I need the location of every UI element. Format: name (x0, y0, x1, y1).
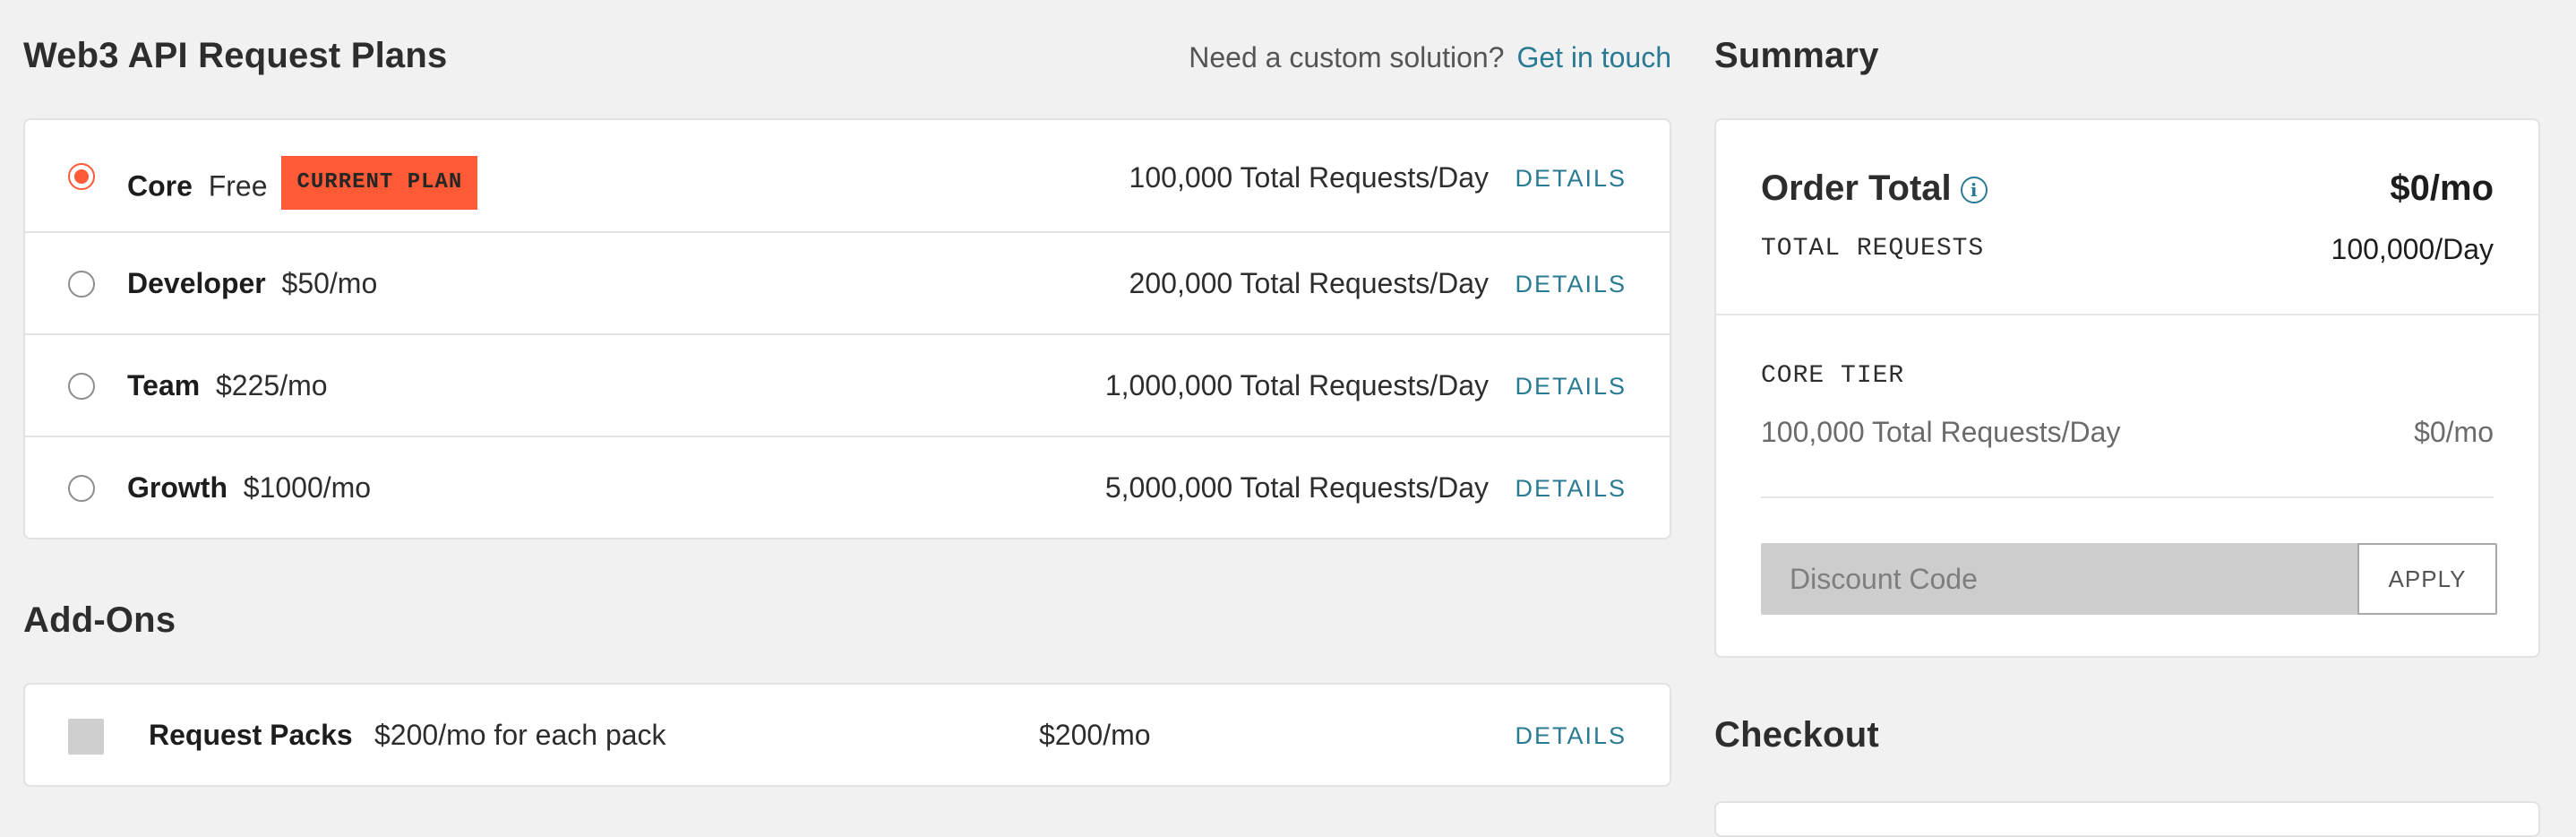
plans-header: Web3 API Request Plans Need a custom sol… (23, 36, 1671, 81)
plan-name-core: Core Free CURRENT PLAN (127, 156, 478, 215)
plan-price-team: $225/mo (216, 369, 328, 401)
total-requests-value: 100,000/Day (2331, 233, 2494, 265)
plan-requests-core: 100,000 Total Requests/Day (1129, 161, 1489, 194)
plan-row-core[interactable]: Core Free CURRENT PLAN 100,000 Total Requ… (25, 120, 1670, 233)
plan-details-core[interactable]: DETAILS (1515, 165, 1627, 193)
addons-title: Add-Ons (23, 600, 176, 640)
info-icon[interactable]: i (1960, 177, 1988, 204)
divider (1761, 496, 2494, 498)
plan-requests-team: 1,000,000 Total Requests/Day (1104, 369, 1489, 401)
plan-requests-developer: 200,000 Total Requests/Day (1129, 267, 1489, 299)
plan-price-core: Free (208, 169, 268, 203)
tier-requests: 100,000 Total Requests/Day (1761, 416, 2121, 448)
plan-price-developer: $50/mo (281, 267, 378, 299)
plan-details-growth[interactable]: DETAILS (1515, 475, 1627, 503)
plan-name-team: Team $225/mo (127, 369, 328, 401)
tier-price: $0/mo (2414, 416, 2494, 448)
plan-radio-developer[interactable] (68, 271, 95, 298)
plan-details-developer[interactable]: DETAILS (1515, 271, 1627, 298)
order-total-value: $0/mo (2390, 168, 2494, 208)
plan-row-growth[interactable]: Growth $1000/mo 5,000,000 Total Requests… (25, 437, 1670, 538)
plan-name-growth: Growth $1000/mo (127, 471, 372, 504)
addon-description: $200/mo for each pack (374, 719, 666, 751)
addon-name: Request Packs (149, 719, 353, 751)
addon-price: $200/mo (1039, 719, 1151, 751)
plan-price-growth: $1000/mo (243, 471, 372, 504)
apply-button[interactable]: APPLY (2357, 543, 2497, 615)
plan-radio-team[interactable] (68, 373, 95, 400)
summary-card: Order Total i $0/mo TOTAL REQUESTS 100,00… (1714, 118, 2540, 658)
addon-row-request-packs: Request Packs $200/mo for each pack $200… (23, 683, 1671, 787)
plan-row-team[interactable]: Team $225/mo 1,000,000 Total Requests/Da… (25, 335, 1670, 437)
discount-code-input[interactable] (1761, 543, 2359, 615)
plan-radio-growth[interactable] (68, 475, 95, 502)
addon-checkbox-request-packs[interactable] (68, 719, 104, 755)
checkout-card (1714, 801, 2540, 837)
plan-requests-growth: 5,000,000 Total Requests/Day (1104, 471, 1489, 504)
order-total-label: Order Total i (1761, 168, 1988, 209)
plans-title: Web3 API Request Plans (23, 36, 448, 75)
tier-label: CORE TIER (1761, 362, 1905, 390)
current-plan-badge: CURRENT PLAN (281, 156, 478, 210)
total-requests-label: TOTAL REQUESTS (1761, 235, 1985, 263)
custom-solution: Need a custom solution? Get in touch (1189, 41, 1671, 74)
plan-radio-core[interactable] (68, 163, 95, 190)
addon-details[interactable]: DETAILS (1515, 722, 1627, 750)
plan-row-developer[interactable]: Developer $50/mo 200,000 Total Requests/… (25, 233, 1670, 335)
plan-details-team[interactable]: DETAILS (1515, 373, 1627, 401)
divider (1716, 314, 2538, 315)
custom-solution-text: Need a custom solution? (1189, 41, 1505, 73)
plan-name-developer: Developer $50/mo (127, 267, 378, 299)
summary-title: Summary (1714, 36, 1879, 75)
get-in-touch-link[interactable]: Get in touch (1516, 41, 1671, 73)
plans-card: Core Free CURRENT PLAN 100,000 Total Requ… (23, 118, 1671, 539)
checkout-title: Checkout (1714, 715, 1879, 755)
